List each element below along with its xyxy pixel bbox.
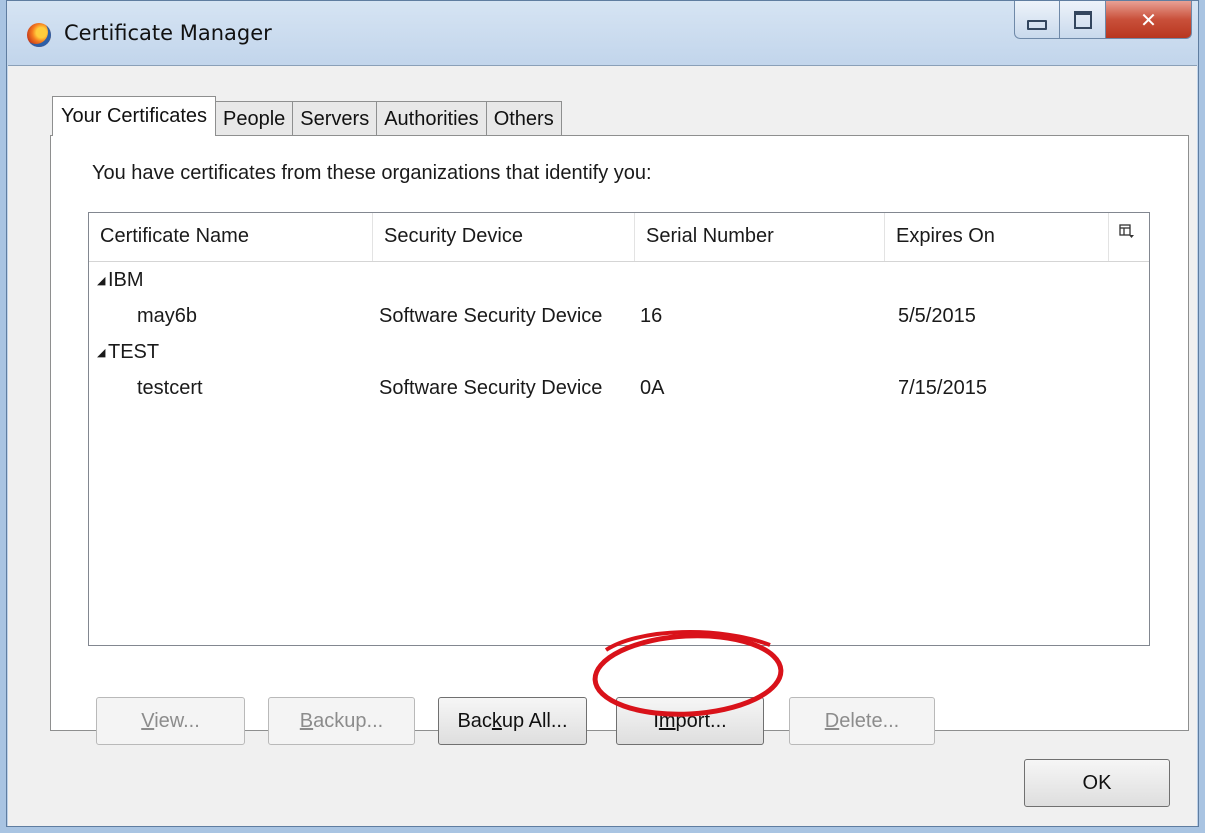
tab-strip: Your Certificates People Servers Authori… xyxy=(52,95,562,136)
close-icon: ✕ xyxy=(1140,7,1157,32)
expires-on-cell: 5/5/2015 xyxy=(898,305,976,327)
delete-label-mnemonic: D xyxy=(824,710,840,732)
security-device-cell: Software Security Device xyxy=(379,377,603,399)
column-header-expires-on[interactable]: Expires On xyxy=(885,213,1109,261)
backup-all-button[interactable]: Backup All... xyxy=(438,697,587,745)
view-label-post: iew... xyxy=(154,710,200,732)
expires-on-cell: 7/15/2015 xyxy=(898,377,987,399)
tree-rows: ◢ IBM may6b Software Security Device 16 5… xyxy=(89,262,1149,406)
dialog-body: Your Certificates People Servers Authori… xyxy=(8,65,1197,826)
serial-number-cell: 0A xyxy=(640,377,665,399)
close-button[interactable]: ✕ xyxy=(1106,1,1192,39)
security-device-cell: Software Security Device xyxy=(379,305,603,327)
group-name-test: TEST xyxy=(108,341,160,363)
backup-label-mnemonic: B xyxy=(299,710,314,732)
backup-all-label-post: up All... xyxy=(501,710,568,732)
table-row[interactable]: testcert Software Security Device 0A 7/1… xyxy=(89,370,1149,406)
serial-number-cell: 16 xyxy=(640,305,663,327)
window-title: Certificate Manager xyxy=(64,21,272,45)
tree-group-row[interactable]: ◢ IBM xyxy=(89,262,1149,298)
view-button[interactable]: View... xyxy=(96,697,245,745)
tab-others[interactable]: Others xyxy=(485,101,562,135)
import-button[interactable]: Import... xyxy=(616,697,764,745)
minimize-button[interactable] xyxy=(1014,1,1060,39)
table-row[interactable]: may6b Software Security Device 16 5/5/20… xyxy=(89,298,1149,334)
tab-panel-your-certificates: You have certificates from these organiz… xyxy=(50,135,1189,745)
import-label-post: port... xyxy=(675,710,727,732)
cert-name-cell: testcert xyxy=(137,377,203,399)
expanded-twisty-icon[interactable]: ◢ xyxy=(97,335,108,371)
column-header-security-device[interactable]: Security Device xyxy=(373,213,635,261)
minimize-icon xyxy=(1027,19,1047,30)
column-header-certificate-name[interactable]: Certificate Name xyxy=(89,213,373,261)
tab-servers[interactable]: Servers xyxy=(292,101,378,135)
title-bar[interactable]: Certificate Manager ✕ xyxy=(7,1,1198,65)
panel-description: You have certificates from these organiz… xyxy=(92,162,652,184)
certificate-manager-window: Certificate Manager ✕ Your Certificates … xyxy=(6,0,1199,827)
backup-all-label-mnemonic: k xyxy=(491,710,502,732)
tab-people[interactable]: People xyxy=(215,101,294,135)
firefox-icon xyxy=(27,23,51,47)
tree-group-row[interactable]: ◢ TEST xyxy=(89,334,1149,370)
tab-authorities[interactable]: Authorities xyxy=(376,101,487,135)
column-picker-icon[interactable] xyxy=(1109,213,1149,261)
backup-all-label-pre: Bac xyxy=(457,710,492,732)
expanded-twisty-icon[interactable]: ◢ xyxy=(97,263,108,299)
view-label-mnemonic: V xyxy=(141,710,155,732)
backup-button[interactable]: Backup... xyxy=(268,697,415,745)
delete-button[interactable]: Delete... xyxy=(789,697,935,745)
column-header-serial-number[interactable]: Serial Number xyxy=(635,213,885,261)
certificate-tree[interactable]: Certificate Name Security Device Serial … xyxy=(88,212,1150,646)
window-controls: ✕ xyxy=(1014,1,1192,41)
tree-header: Certificate Name Security Device Serial … xyxy=(89,213,1149,262)
delete-label-post: elete... xyxy=(839,710,900,732)
cert-name-cell: may6b xyxy=(137,305,198,327)
backup-label-post: ackup... xyxy=(313,710,384,732)
column-picker-glyph xyxy=(1119,224,1134,238)
tab-your-certificates[interactable]: Your Certificates xyxy=(52,96,216,136)
group-name-ibm: IBM xyxy=(108,269,144,291)
ok-button[interactable]: OK xyxy=(1024,759,1170,807)
maximize-icon xyxy=(1073,10,1092,29)
import-label-mnemonic: m xyxy=(658,710,676,732)
group-label: ◢ IBM xyxy=(89,262,144,298)
maximize-button[interactable] xyxy=(1060,1,1106,39)
group-label: ◢ TEST xyxy=(89,334,159,370)
